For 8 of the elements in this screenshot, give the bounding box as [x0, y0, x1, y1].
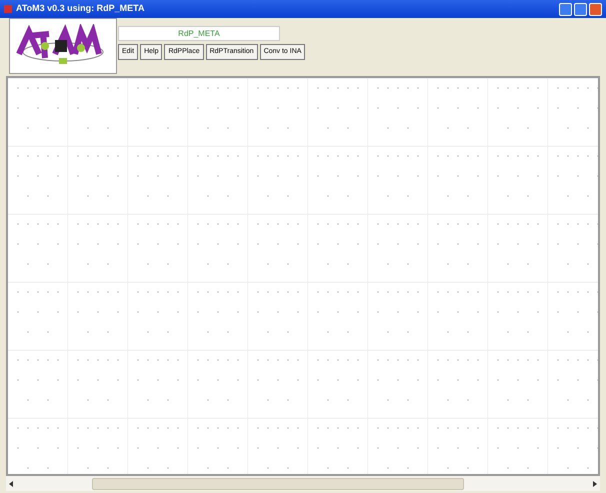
minimize-button[interactable] [559, 2, 572, 16]
horizontal-scrollbar[interactable] [6, 476, 600, 491]
window-title: AToM3 v0.3 using: RdP_META [16, 2, 145, 16]
maximize-button[interactable] [574, 2, 587, 16]
formalism-label: RdP_META [118, 26, 280, 41]
scroll-thumb[interactable] [92, 478, 464, 490]
close-button[interactable] [589, 2, 602, 16]
app-icon [4, 5, 12, 13]
